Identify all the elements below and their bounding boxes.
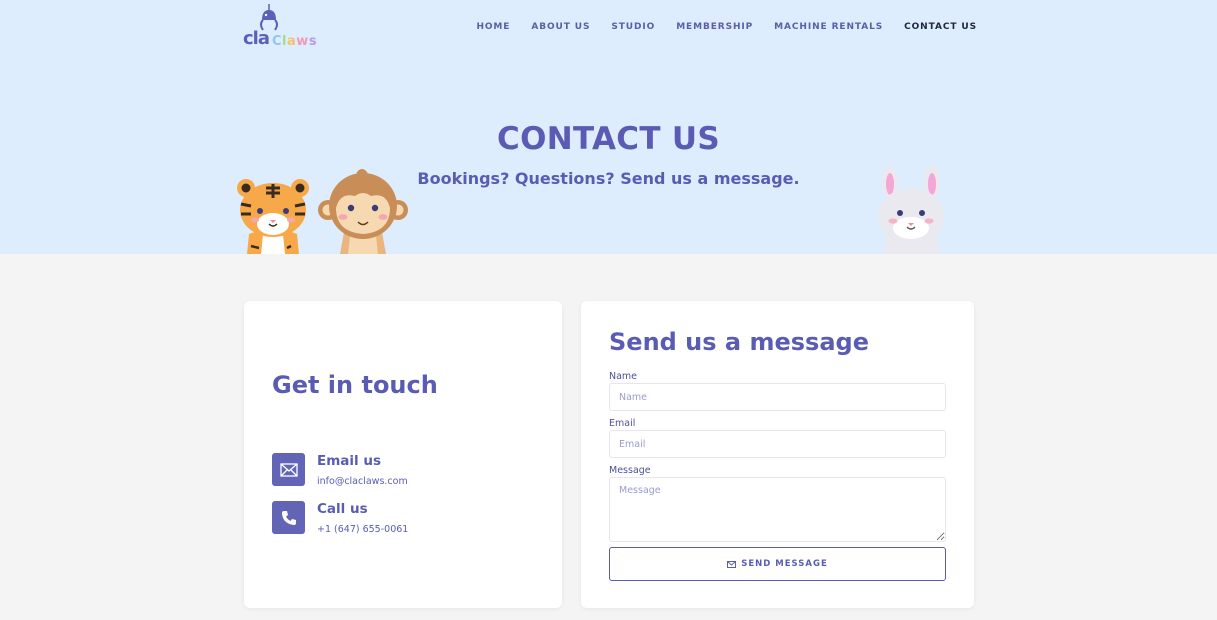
claclaws-logo[interactable]: cla Claws (243, 4, 325, 50)
nav-machine-rentals[interactable]: MACHINE RENTALS (774, 22, 883, 32)
nav-about-us[interactable]: ABOUT US (531, 22, 590, 32)
tiger-mascot-illustration (237, 179, 309, 254)
message-label: Message (609, 465, 651, 476)
main-nav: HOME ABOUT US STUDIO MEMBERSHIP MACHINE … (455, 22, 977, 32)
nav-studio[interactable]: STUDIO (611, 22, 655, 32)
nav-contact-us[interactable]: CONTACT US (904, 22, 977, 32)
envelope-icon (727, 560, 737, 568)
email-label: Email (609, 418, 636, 429)
get-in-touch-title: Get in touch (272, 371, 438, 399)
logo-text-cla: cla (243, 28, 270, 49)
email-title: Email us (317, 453, 381, 469)
nav-home[interactable]: HOME (476, 22, 510, 32)
phone-title: Call us (317, 501, 368, 517)
phone-number[interactable]: +1 (647) 655-0061 (317, 524, 408, 535)
email-address[interactable]: info@claclaws.com (317, 476, 408, 487)
logo-text-claws: Claws (272, 34, 318, 49)
name-input[interactable] (609, 383, 946, 411)
name-label: Name (609, 371, 638, 382)
hero-banner: cla Claws HOME ABOUT US STUDIO MEMBERSHI… (0, 0, 1217, 254)
envelope-icon (272, 453, 305, 486)
message-textarea[interactable] (609, 477, 946, 542)
email-input[interactable] (609, 430, 946, 458)
nav-membership[interactable]: MEMBERSHIP (676, 22, 753, 32)
bunny-mascot-illustration (878, 166, 944, 254)
page-subtitle: Bookings? Questions? Send us a message. (417, 169, 800, 188)
monkey-mascot-illustration (318, 169, 408, 254)
send-message-button[interactable]: SEND MESSAGE (609, 547, 946, 581)
page-title: CONTACT US (497, 121, 720, 157)
contact-form-card: Send us a message Name Email Message SEN… (581, 301, 974, 608)
phone-icon (272, 501, 305, 534)
contact-form-title: Send us a message (609, 328, 869, 356)
get-in-touch-card: Get in touch Email us info@claclaws.com … (244, 301, 562, 608)
send-message-label: SEND MESSAGE (741, 559, 828, 569)
